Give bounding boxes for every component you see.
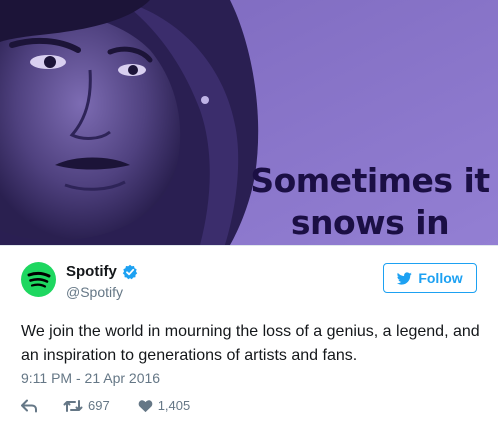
tweet-timestamp[interactable]: 9:11 PM - 21 Apr 2016 <box>21 370 160 386</box>
display-name[interactable]: Spotify <box>66 263 117 280</box>
retweet-icon <box>63 399 83 412</box>
image-headline: Sometimes it snows in April. <box>250 160 490 245</box>
like-button[interactable]: 1,405 <box>138 398 191 413</box>
heart-icon <box>138 399 153 412</box>
avatar[interactable] <box>21 262 56 297</box>
reply-button[interactable] <box>21 399 37 413</box>
reply-icon <box>21 399 37 412</box>
retweet-count: 697 <box>88 398 110 413</box>
spotify-logo-icon <box>27 271 51 288</box>
tweet-card: Spotify @Spotify Follow We join the worl… <box>0 245 498 430</box>
follow-button-label: Follow <box>418 270 463 286</box>
tweet-text: We join the world in mourning the loss o… <box>21 323 480 364</box>
like-count: 1,405 <box>157 398 191 413</box>
bird-icon <box>397 271 413 285</box>
image-headline-line1: Sometimes it <box>250 161 490 200</box>
retweet-button[interactable]: 697 <box>63 398 110 413</box>
tweet-actions: 697 1,405 <box>21 398 190 413</box>
image-headline-line2: snows in April. <box>290 203 450 242</box>
tweet-image[interactable]: Sometimes it snows in April. <box>0 0 498 245</box>
verified-badge-icon <box>122 264 138 279</box>
handle[interactable]: @Spotify <box>66 284 123 300</box>
follow-button[interactable]: Follow <box>383 263 477 293</box>
author-name-row: Spotify <box>66 263 138 280</box>
